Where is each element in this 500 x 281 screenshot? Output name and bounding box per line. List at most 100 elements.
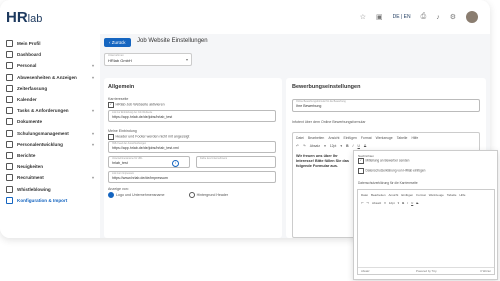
strikethrough-icon[interactable]: S (364, 144, 366, 148)
overlay-checkbox-1-label: Mitteilung an Bewerber senden (365, 158, 410, 163)
sidebar-item[interactable]: Abwesenheiten & Anzeigen ▾ (0, 72, 100, 83)
sidebar-item[interactable]: Personalentwicklung ▾ (0, 139, 100, 150)
sidebar-item[interactable]: Kalender (0, 94, 100, 105)
editor-menu-item[interactable]: Format (361, 136, 372, 140)
back-button[interactable]: ‹ Zurück (104, 38, 131, 47)
overlay-style-select[interactable]: Absatz (372, 201, 381, 205)
italic-icon[interactable]: I (353, 144, 354, 148)
clock-icon (6, 84, 13, 92)
editor-menu-item[interactable]: Hilfe (459, 193, 465, 197)
print-icon[interactable]: ⎙ (421, 13, 427, 21)
imprint-field[interactable]: Link zum Impressum https://www.hrlab.de/… (108, 171, 276, 183)
sidebar-item[interactable]: Tasks & Anforderungen ▾ (0, 105, 100, 116)
document-icon (6, 118, 13, 126)
overlay-size-select[interactable]: 12pt (389, 201, 395, 205)
sidebar-item[interactable]: Neuigkeiten (0, 161, 100, 172)
editor-menu-item[interactable]: Werkzeuge (429, 193, 444, 197)
people-icon (6, 62, 13, 70)
sidebar-item-label: Kalender (17, 97, 37, 103)
application-form-field[interactable]: Online Bewerbungsformular für die Bewerb… (292, 99, 480, 112)
sidebar-item[interactable]: Mein Profil (0, 38, 100, 49)
editor-menu-item[interactable]: Hilfe (411, 136, 418, 140)
redo-icon[interactable]: ↷ (303, 144, 306, 148)
radio-header-label: Hintergrund Header (196, 192, 229, 197)
editor-menu-item[interactable]: Ansicht (328, 136, 339, 140)
xml-feed-field[interactable]: XML Feed der Ausschreibungen https://app… (108, 141, 276, 153)
editor-menu-item[interactable]: Format (416, 193, 426, 197)
editor-body-text[interactable]: Wir freuen uns über Ihr Interesse! Bitte… (296, 154, 356, 169)
sidebar-item[interactable]: Dashboard (0, 49, 100, 60)
grid-icon[interactable]: ▣ (376, 13, 383, 21)
display-label: Anzeige von: (108, 187, 129, 191)
italic-icon[interactable]: I (407, 201, 408, 205)
underline-icon[interactable]: U (411, 201, 413, 205)
editor-menu-item[interactable]: Einfügen (343, 136, 356, 140)
redo-icon[interactable]: ↷ (367, 201, 370, 205)
info-icon[interactable]: i (172, 159, 179, 167)
sidebar-item-label: Zeiterfassung (17, 85, 48, 91)
general-card: Allgemein Karriereseite ✓ HRlab Job Webse… (104, 78, 282, 238)
avatar[interactable] (466, 11, 478, 23)
overlay-editor-footer: Absatz Powered by Tiny 0 Wörter (358, 267, 494, 274)
company-color-field[interactable]: Farbe des Unternehmens (196, 156, 276, 168)
embedding-checkbox[interactable] (108, 134, 114, 140)
style-select[interactable]: Absatz (310, 144, 320, 148)
career-page-option[interactable]: ✓ HRlab Job Webseite aktivieren (108, 102, 165, 108)
bell-icon[interactable]: ♪ (436, 14, 440, 21)
job-link-field[interactable]: Link zur Einbindung der Job Webseite htt… (108, 110, 276, 122)
general-title: Allgemein (108, 84, 135, 90)
overlay-option-2[interactable]: Datenschutzerklärung von HRlab einfügen (358, 168, 425, 174)
language-switch[interactable]: DE | EN (393, 14, 411, 20)
chevron-down-icon: ▾ (384, 201, 386, 205)
bold-icon[interactable]: B (346, 144, 348, 148)
sidebar-item-label: Mein Profil (17, 41, 41, 47)
sidebar-item[interactable]: Dokumente (0, 116, 100, 127)
settings-icon[interactable]: ⚙ (450, 13, 456, 21)
overlay-option-1[interactable]: ✓ Mitteilung an Bewerber senden (358, 158, 409, 164)
editor-menu-item[interactable]: Einfügen (401, 193, 413, 197)
strikethrough-icon[interactable]: S (416, 201, 418, 205)
editor-menu-item[interactable]: Datei (296, 136, 304, 140)
logo-main: HR (6, 9, 28, 26)
calendar-icon (6, 96, 13, 104)
star-icon[interactable]: ☆ (360, 13, 366, 21)
sidebar-item[interactable]: Konfiguration & Import (0, 195, 100, 206)
calendar-x-icon (6, 73, 13, 81)
graduation-icon (6, 129, 13, 137)
radio-logo[interactable] (108, 192, 114, 198)
editor-menu-item[interactable]: Bearbeiten (371, 193, 386, 197)
editor-menu-item[interactable]: Tabelle (397, 136, 408, 140)
editor-menu-item[interactable]: Tabelle (447, 193, 457, 197)
career-page-checkbox[interactable]: ✓ (108, 102, 114, 108)
sidebar-item[interactable]: Berichte (0, 150, 100, 161)
overlay-editor-menubar: Datei Bearbeiten Ansicht Einfügen Format Werk… (361, 193, 465, 197)
embedding-option[interactable]: Header und Footer werden nicht mit angez… (108, 134, 189, 140)
radio-header[interactable] (188, 192, 195, 198)
size-select[interactable]: 12pt (330, 144, 337, 148)
bold-icon[interactable]: B (402, 201, 404, 205)
sidebar-item[interactable]: Recruitment ▾ (0, 172, 100, 183)
overlay-checkbox-1[interactable]: ✓ (358, 158, 364, 164)
sidebar-item[interactable]: Personal ▾ (0, 60, 100, 71)
career-page-checkbox-label: HRlab Job Webseite aktivieren (115, 102, 165, 107)
chevron-down-icon: ▾ (91, 108, 94, 114)
embedding-label: Meine Einbindung (108, 129, 137, 133)
chevron-down-icon: ▾ (91, 175, 94, 181)
gear-icon (6, 196, 13, 204)
editor-menu-item[interactable]: Bearbeiten (308, 136, 324, 140)
company-url-field[interactable]: Unternehmensname für URL hrlab_test i (108, 156, 190, 168)
sidebar-item[interactable]: Zeiterfassung (0, 83, 100, 94)
overlay-checkbox-2[interactable] (358, 168, 364, 174)
undo-icon[interactable]: ↶ (361, 201, 364, 205)
hrlab-logo[interactable]: HRlab (6, 9, 42, 26)
editor-menu-item[interactable]: Datei (361, 193, 368, 197)
sidebar-item[interactable]: Whistleblowing (0, 183, 100, 194)
sidebar-item[interactable]: Schulungsmanagement ▾ (0, 128, 100, 139)
company-select[interactable]: Unternehmen HRlab GmbH ▾ (104, 53, 192, 66)
overlay-footer-right: 0 Wörter (480, 269, 491, 273)
editor-menu-item[interactable]: Werkzeuge (376, 136, 393, 140)
underline-icon[interactable]: U (357, 144, 359, 148)
sidebar-item-label: Neuigkeiten (17, 164, 44, 170)
editor-menu-item[interactable]: Ansicht (389, 193, 399, 197)
undo-icon[interactable]: ↶ (296, 144, 299, 148)
